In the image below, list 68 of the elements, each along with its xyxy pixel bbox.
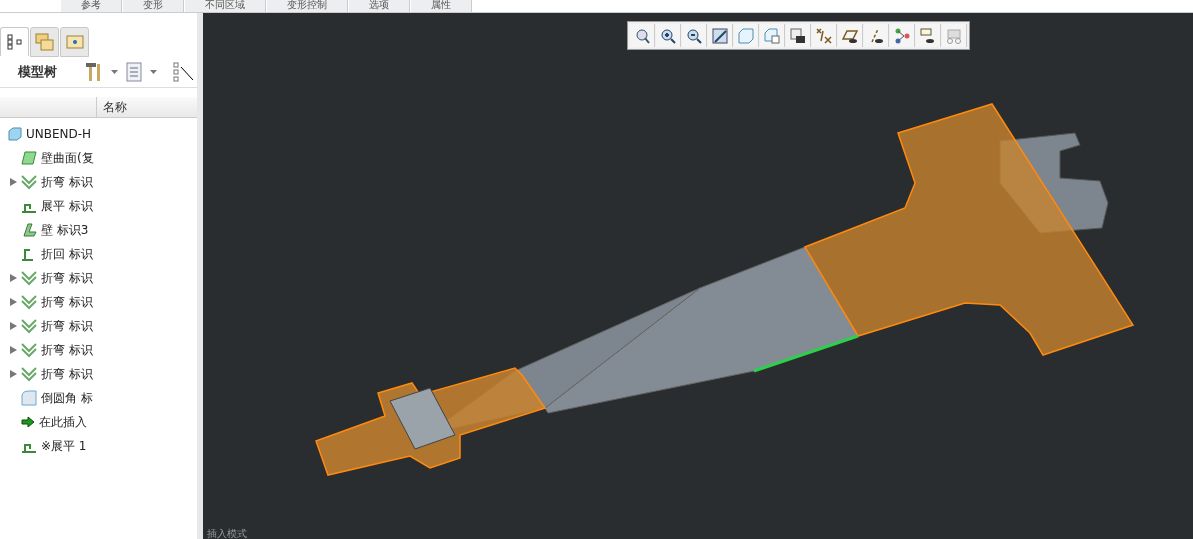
tree-item[interactable]: 壁曲面(复: [41, 149, 94, 167]
axis-marks-button[interactable]: [811, 24, 837, 47]
tree-item[interactable]: 折弯 标识: [41, 293, 93, 311]
top-tab[interactable]: 选项: [348, 0, 410, 12]
tree-icon: [6, 34, 23, 50]
flange-icon: [21, 222, 37, 238]
bend-icon: [21, 342, 37, 358]
folders-icon: [34, 33, 55, 51]
expand-arrow-icon[interactable]: [10, 298, 17, 306]
tree-item[interactable]: 折弯 标识: [41, 173, 93, 191]
top-tab[interactable]: 参考: [60, 0, 122, 12]
plane-eye-button[interactable]: [837, 24, 863, 47]
axis-marks-icon: [815, 27, 832, 44]
nodes-button[interactable]: [889, 24, 915, 47]
dropdown-caret-icon[interactable]: [111, 70, 118, 74]
display-eye-button[interactable]: [915, 24, 941, 47]
tree-item[interactable]: UNBEND-H: [26, 127, 92, 141]
axis-eye-button[interactable]: [863, 24, 889, 47]
zoom-out-button[interactable]: [681, 24, 707, 47]
surface-icon: [21, 151, 37, 165]
zoom-fit-button[interactable]: [629, 24, 655, 47]
top-tab[interactable]: 不同区域: [184, 0, 266, 12]
expand-arrow-icon[interactable]: [10, 178, 17, 186]
camera-icon: [789, 27, 806, 44]
cube-icon: [8, 127, 22, 141]
repaint-button[interactable]: [707, 24, 733, 47]
tree-item[interactable]: ※展平 1: [41, 437, 87, 455]
tree-item[interactable]: 折弯 标识: [41, 341, 93, 359]
nodes-icon: [893, 27, 910, 44]
top-tab[interactable]: 变形: [122, 0, 184, 12]
zoom-in-button[interactable]: [655, 24, 681, 47]
tree-item[interactable]: 倒圆角 标: [41, 389, 93, 407]
status-text: 插入模式: [207, 529, 247, 539]
bend-icon: [21, 294, 37, 310]
camera-button[interactable]: [785, 24, 811, 47]
tree-item[interactable]: 折弯 标识: [41, 317, 93, 335]
tree-item[interactable]: 折回 标识: [41, 245, 93, 263]
saved-views-icon: [763, 27, 780, 44]
expand-arrow-icon[interactable]: [10, 274, 17, 282]
zoom-in-icon: [659, 27, 676, 44]
dropdown-caret-icon[interactable]: [150, 70, 157, 74]
expand-arrow-icon[interactable]: [10, 346, 17, 354]
tree-item[interactable]: 折弯 标识: [41, 365, 93, 383]
bend-icon: [21, 174, 37, 190]
top-tab[interactable]: 变形控制: [266, 0, 348, 12]
tree-item[interactable]: 在此插入: [39, 413, 87, 431]
hammer-screwdriver-icon[interactable]: [85, 62, 103, 82]
arrow-icon: [21, 416, 35, 428]
tree-item[interactable]: 壁 标识3: [41, 221, 89, 239]
glasses-icon: [945, 27, 962, 44]
bend-icon: [21, 318, 37, 334]
tree-hide-icon[interactable]: [173, 62, 195, 82]
zoom-fit-icon: [633, 27, 650, 44]
zoom-out-icon: [685, 27, 702, 44]
plane-eye-icon: [841, 27, 858, 44]
bend-icon: [21, 366, 37, 382]
top-tab[interactable]: 属性: [410, 0, 472, 12]
round-icon: [21, 390, 37, 406]
panel-title: 模型树: [18, 63, 57, 81]
bend-icon: [21, 270, 37, 286]
cube-icon: [737, 27, 754, 44]
repaint-icon: [711, 27, 728, 44]
tree-item[interactable]: 展平 标识: [41, 197, 93, 215]
expand-arrow-icon[interactable]: [10, 370, 17, 378]
expand-arrow-icon[interactable]: [10, 322, 17, 330]
tree-item[interactable]: 折弯 标识: [41, 269, 93, 287]
display-eye-icon: [919, 27, 936, 44]
panel-tab[interactable]: [0, 27, 29, 56]
